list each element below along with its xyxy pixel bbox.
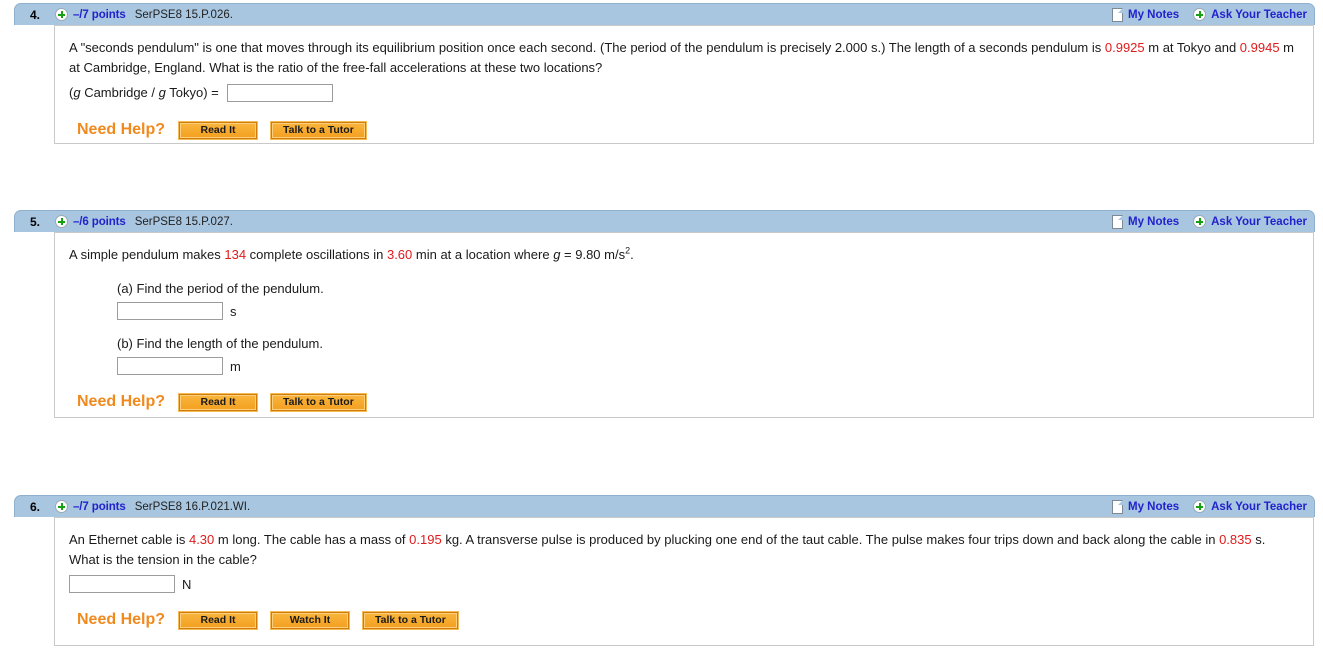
read-it-button[interactable]: Read It [178, 120, 259, 140]
question-part-a: (a) Find the period of the pendulum. s [117, 279, 1299, 320]
question-part-b: (b) Find the length of the pendulum. m [117, 334, 1299, 375]
need-help-label: Need Help? [77, 611, 166, 628]
question-points: –/7 points [73, 500, 126, 513]
value-highlight: 134 [224, 247, 247, 262]
value-highlight: 0.9925 [1104, 40, 1145, 55]
my-notes-link[interactable]: My Notes [1128, 216, 1179, 228]
unit-label: s [230, 303, 237, 319]
part-answer-row: s [117, 302, 1299, 320]
plus-circle-icon[interactable] [1193, 500, 1207, 513]
part-label: (b) Find the length of the pendulum. [117, 336, 323, 351]
part-answer-row: m [117, 357, 1299, 375]
question-text-5: A simple pendulum makes 134 complete osc… [69, 245, 1299, 265]
need-help-6: Need Help? Read It Watch It Talk to a Tu… [77, 610, 1299, 630]
ask-your-teacher-link[interactable]: Ask Your Teacher [1211, 216, 1307, 228]
answer-input-4[interactable] [226, 84, 333, 102]
need-help-4: Need Help? Read It Talk to a Tutor [77, 120, 1299, 140]
question-header-4: 4. –/7 points SerPSE8 15.P.026. My Notes… [14, 3, 1315, 25]
question-text-4: A "seconds pendulum" is one that moves t… [69, 38, 1299, 78]
question-number: 5. [29, 214, 40, 229]
text-segment: Cambridge / [80, 85, 159, 100]
read-it-button[interactable]: Read It [178, 392, 259, 412]
text-segment: An Ethernet cable is [69, 532, 189, 547]
question-code: SerPSE8 16.P.021.WI. [134, 500, 251, 513]
talk-to-a-tutor-button[interactable]: Talk to a Tutor [270, 120, 367, 140]
text-segment: A simple pendulum makes [69, 247, 225, 262]
value-highlight: 3.60 [386, 247, 413, 262]
unit-label: N [182, 576, 192, 592]
my-notes-link[interactable]: My Notes [1128, 9, 1179, 21]
question-block-6: 6. –/7 points SerPSE8 16.P.021.WI. My No… [0, 495, 1323, 646]
need-help-label: Need Help? [77, 393, 166, 410]
question-number: 6. [29, 499, 40, 514]
need-help-5: Need Help? Read It Talk to a Tutor [77, 392, 1299, 412]
question-body-5: A simple pendulum makes 134 complete osc… [54, 232, 1314, 418]
text-segment: kg. A transverse pulse is produced by pl… [441, 532, 1220, 547]
my-notes-link[interactable]: My Notes [1128, 501, 1179, 513]
plus-circle-icon[interactable] [1193, 8, 1207, 21]
plus-circle-icon[interactable] [55, 215, 68, 228]
watch-it-button[interactable]: Watch It [270, 610, 351, 630]
note-page-icon[interactable] [1112, 499, 1123, 514]
question-header-actions: My Notes Ask Your Teacher [1112, 499, 1307, 514]
note-page-icon[interactable] [1112, 214, 1123, 229]
answer-input-5b[interactable] [117, 357, 223, 375]
ask-your-teacher-link[interactable]: Ask Your Teacher [1211, 501, 1307, 513]
answer-row-4: (g Cambridge / g Tokyo) = [69, 83, 1299, 103]
italic-g: g [158, 85, 166, 100]
question-block-5: 5. –/6 points SerPSE8 15.P.027. My Notes… [0, 210, 1323, 418]
question-number: 4. [29, 7, 40, 22]
read-it-button[interactable]: Read It [178, 610, 259, 630]
unit-label: m [230, 358, 241, 374]
question-header-actions: My Notes Ask Your Teacher [1112, 7, 1307, 22]
question-points: –/7 points [73, 8, 126, 21]
note-page-icon[interactable] [1112, 7, 1123, 22]
plus-circle-icon[interactable] [1193, 215, 1207, 228]
plus-circle-icon[interactable] [55, 8, 68, 21]
talk-to-a-tutor-button[interactable]: Talk to a Tutor [270, 392, 367, 412]
ask-your-teacher-link[interactable]: Ask Your Teacher [1211, 9, 1307, 21]
answer-input-6[interactable] [69, 575, 175, 593]
text-segment: . [630, 247, 634, 262]
plus-circle-icon[interactable] [55, 500, 68, 513]
text-segment: min at a location where [412, 247, 554, 262]
question-block-4: 4. –/7 points SerPSE8 15.P.026. My Notes… [0, 3, 1323, 144]
value-highlight: 0.195 [409, 532, 442, 547]
text-segment: complete oscillations in [246, 247, 387, 262]
part-label: (a) Find the period of the pendulum. [117, 281, 324, 296]
text-segment: m at Tokyo and [1144, 40, 1240, 55]
answer-input-5a[interactable] [117, 302, 223, 320]
question-body-6: An Ethernet cable is 4.30 m long. The ca… [54, 517, 1314, 646]
text-segment: = 9.80 m/s [560, 247, 626, 262]
talk-to-a-tutor-button[interactable]: Talk to a Tutor [362, 610, 459, 630]
question-points: –/6 points [73, 215, 126, 228]
question-text-6: An Ethernet cable is 4.30 m long. The ca… [69, 530, 1299, 570]
need-help-label: Need Help? [77, 121, 166, 138]
question-header-actions: My Notes Ask Your Teacher [1112, 214, 1307, 229]
text-segment: m long. The cable has a mass of [214, 532, 410, 547]
text-segment: A "seconds pendulum" is one that moves t… [69, 40, 1105, 55]
text-segment: Tokyo) = [165, 85, 219, 100]
value-highlight: 0.835 [1219, 532, 1252, 547]
value-highlight: 0.9945 [1239, 40, 1280, 55]
ratio-label: (g Cambridge / g Tokyo) = [69, 83, 219, 103]
question-code: SerPSE8 15.P.026. [134, 8, 233, 21]
value-highlight: 4.30 [188, 532, 215, 547]
question-header-5: 5. –/6 points SerPSE8 15.P.027. My Notes… [14, 210, 1315, 232]
question-code: SerPSE8 15.P.027. [134, 215, 233, 228]
question-body-4: A "seconds pendulum" is one that moves t… [54, 25, 1314, 144]
question-header-6: 6. –/7 points SerPSE8 16.P.021.WI. My No… [14, 495, 1315, 517]
answer-row-6: N [69, 575, 1299, 593]
italic-g: g [73, 85, 81, 100]
